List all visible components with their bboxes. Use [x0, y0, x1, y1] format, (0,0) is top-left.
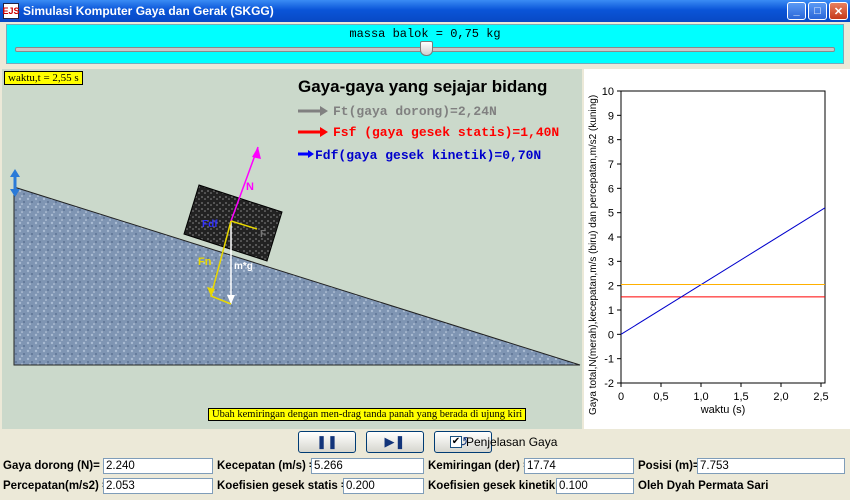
x-tick-label: 2,0 [773, 391, 788, 403]
app-icon: EJS [3, 3, 20, 19]
push-force-label: Ft(gaya dorong)=2,24N [333, 104, 497, 119]
window-title: Simulasi Komputer Gaya dan Gerak (SKGG) [23, 4, 274, 18]
posisi-field[interactable]: 7.753 [697, 458, 845, 474]
fn-label: Fn [198, 256, 212, 268]
gaya-dorong-field[interactable]: 2.240 [103, 458, 213, 474]
mass-slider-label: massa balok = 0,75 kg [349, 27, 501, 41]
y-tick-label: 3 [608, 256, 614, 268]
y-tick-label: 0 [608, 329, 614, 341]
step-button[interactable]: ▶❚ [366, 431, 424, 453]
x-axis-label: waktu (s) [700, 404, 746, 416]
y-tick-label: 7 [608, 159, 614, 171]
explanation-checkbox[interactable]: ✔ Penjelasan Gaya [450, 435, 557, 449]
push-arrow-icon [298, 106, 328, 116]
y-tick-label: -1 [604, 354, 614, 366]
static-arrow-icon [298, 127, 328, 137]
legend-arrows [298, 106, 328, 158]
kinetic-friction-label: Fdf(gaya gesek kinetik)=0,70N [315, 148, 542, 163]
simulation-drawing: N Fn m*g Fdf F [10, 146, 581, 366]
y-tick-label: -2 [604, 378, 614, 390]
kinetic-arrow-icon [298, 150, 314, 158]
fdf-block-label: Fdf [202, 219, 218, 230]
title-bar: EJS Simulasi Komputer Gaya dan Gerak (SK… [0, 0, 850, 22]
kemiringan-field[interactable]: 17.74 [524, 458, 634, 474]
kecepatan-label: Kecepatan (m/s) = [217, 460, 316, 472]
minimize-button[interactable]: _ [787, 2, 806, 20]
percepatan-label: Percepatan(m/s2) = [3, 480, 109, 492]
kecepatan-field[interactable]: 5.266 [311, 458, 424, 474]
y-axis-label: Gaya total,N(merah),kecepatan,m/s (biru)… [588, 95, 599, 415]
kemiringan-label: Kemiringan (der) = [428, 460, 530, 472]
gesek-statis-label: Koefisien gesek statis = [217, 480, 348, 492]
gesek-kinetik-label: Koefisien gesek kinetik = [428, 480, 566, 492]
x-tick-label: 1,0 [693, 391, 708, 403]
pause-button[interactable]: ❚❚ [298, 431, 356, 453]
chart: -2 -1 0 1 2 3 4 5 6 7 8 9 10 0 0,5 1,0 1,5 2,0 2,5 waktu (s… [588, 86, 829, 416]
mass-slider-thumb[interactable] [419, 41, 433, 56]
weight-label: m*g [234, 261, 253, 272]
checkbox-label: Penjelasan Gaya [466, 435, 558, 449]
close-button[interactable]: ✕ [829, 2, 848, 20]
forces-title: Gaya-gaya yang sejajar bidang [298, 77, 548, 96]
x-tick-label: 1,5 [733, 391, 748, 403]
y-tick-label: 6 [608, 183, 614, 195]
gesek-statis-field[interactable]: 0.200 [343, 478, 424, 494]
maximize-button[interactable]: □ [808, 2, 827, 20]
checkbox-icon[interactable]: ✔ [450, 436, 462, 448]
gaya-dorong-label: Gaya dorong (N)= [3, 460, 100, 472]
x-tick-label: 0,5 [653, 391, 668, 403]
y-tick-label: 8 [608, 135, 614, 147]
percepatan-field[interactable]: 2.053 [103, 478, 213, 494]
gesek-kinetik-field[interactable]: 0.100 [556, 478, 634, 494]
y-tick-label: 10 [602, 86, 614, 98]
hint-label: Ubah kemiringan dengan men-drag tanda pa… [208, 408, 527, 421]
y-tick-label: 5 [608, 208, 614, 220]
y-tick-label: 2 [608, 281, 614, 293]
incline-plane [13, 186, 581, 366]
chart-panel: -2 -1 0 1 2 3 4 5 6 7 8 9 10 0 0,5 1,0 1,5 2,0 2,5 waktu (s… [584, 69, 850, 429]
ft-block-label: F [260, 229, 266, 240]
posisi-label: Posisi (m)= [638, 460, 700, 472]
y-tick-label: 1 [608, 305, 614, 317]
x-tick-label: 0 [618, 391, 624, 403]
simulation-panel: N Fn m*g Fdf F waktu,t = 2,55 s Gaya-gay… [2, 69, 582, 429]
normal-label: N [246, 181, 254, 193]
author-label: Oleh Dyah Permata Sari [638, 480, 769, 492]
static-friction-label: Fsf (gaya gesek statis)=1,40N [333, 125, 560, 140]
y-tick-label: 9 [608, 110, 614, 122]
mass-slider-panel: massa balok = 0,75 kg [0, 22, 850, 68]
x-tick-label: 2,5 [813, 391, 828, 403]
time-readout: waktu,t = 2,55 s [4, 71, 83, 85]
plot-area [620, 90, 826, 384]
y-tick-label: 4 [608, 232, 614, 244]
